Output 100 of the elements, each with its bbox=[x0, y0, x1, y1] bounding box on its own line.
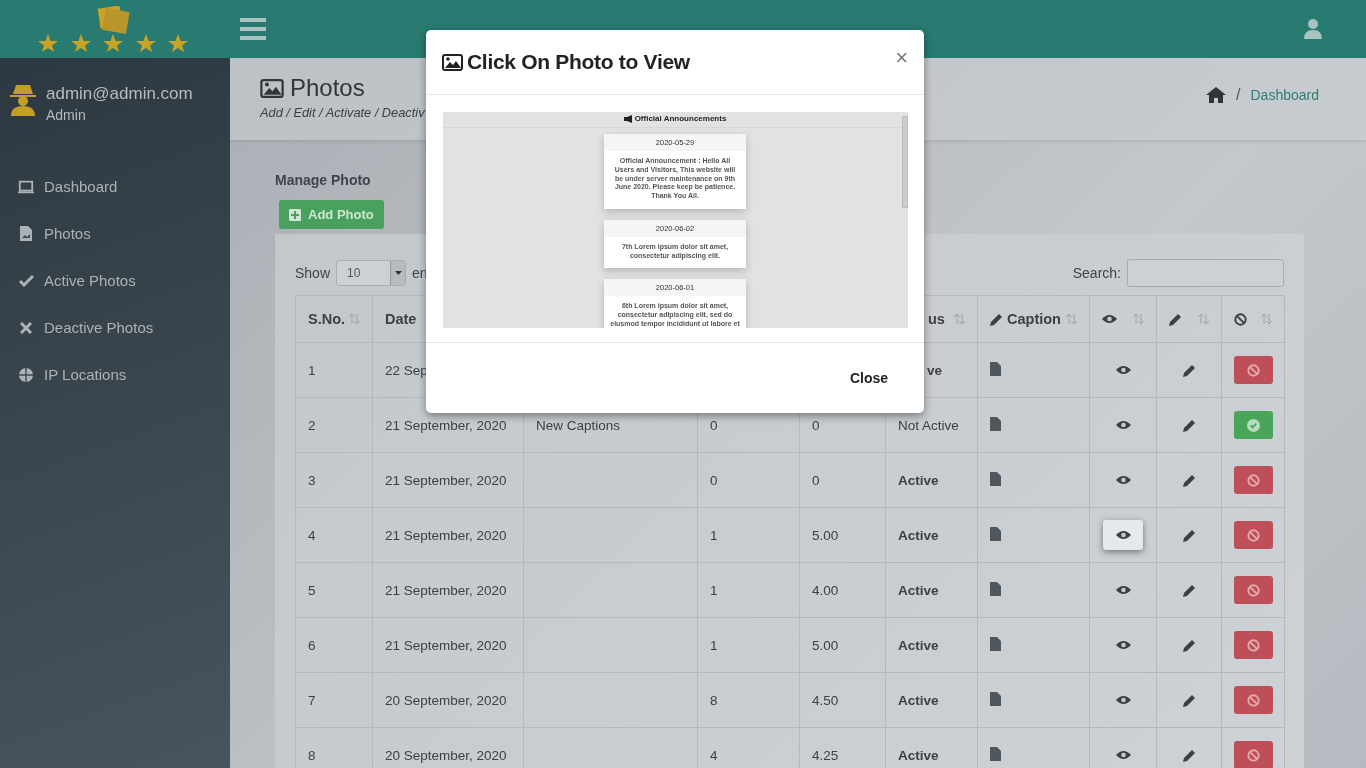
table-cell: 6 bbox=[308, 637, 316, 653]
spy-avatar-icon bbox=[10, 84, 36, 116]
eye-icon bbox=[1115, 750, 1131, 760]
table-cell: 0 bbox=[710, 472, 718, 488]
panel-title: Manage Photo bbox=[275, 172, 371, 188]
announcements-heading: Official Announcements bbox=[634, 114, 727, 123]
page-size-select[interactable]: 10 bbox=[336, 260, 407, 286]
sidebar-item[interactable]: Active Photos bbox=[0, 257, 230, 304]
table-cell: 1 bbox=[308, 362, 316, 378]
pencil-icon bbox=[1182, 748, 1196, 762]
column-header[interactable]: us bbox=[928, 311, 945, 327]
pencil-icon[interactable] bbox=[1169, 312, 1182, 326]
document-icon bbox=[990, 691, 1001, 706]
pencil-icon bbox=[1182, 583, 1196, 597]
image-icon bbox=[442, 53, 463, 71]
laptop-icon bbox=[18, 179, 34, 194]
table-cell: Active bbox=[898, 472, 939, 488]
ban-icon[interactable] bbox=[1234, 312, 1247, 326]
table-cell: 4.50 bbox=[812, 692, 839, 708]
table-cell: 21 September, 2020 bbox=[385, 582, 507, 598]
check-icon bbox=[18, 274, 34, 287]
image-file-icon bbox=[20, 226, 32, 241]
pencil-icon bbox=[1182, 473, 1196, 487]
column-header[interactable]: S.No. bbox=[308, 311, 346, 327]
table-cell: Active bbox=[898, 747, 939, 763]
eye-icon bbox=[1115, 695, 1131, 705]
ban-icon bbox=[1247, 528, 1260, 542]
eye-icon bbox=[1115, 585, 1131, 595]
table-cell: Active bbox=[898, 692, 939, 708]
eye-icon bbox=[1115, 640, 1131, 650]
table-cell: 1 bbox=[710, 637, 718, 653]
table-cell: 8 bbox=[308, 747, 316, 763]
pencil-icon bbox=[1182, 528, 1196, 542]
sidebar-item[interactable]: Dashboard bbox=[0, 163, 230, 210]
table-cell: 21 September, 2020 bbox=[385, 417, 507, 433]
ban-icon bbox=[1247, 748, 1260, 762]
ban-icon bbox=[1247, 363, 1260, 377]
breadcrumb-link[interactable]: Dashboard bbox=[1250, 87, 1319, 103]
close-button[interactable]: Close bbox=[843, 369, 894, 387]
table-cell: Active bbox=[898, 582, 939, 598]
pencil-icon bbox=[1182, 638, 1196, 652]
pencil-icon bbox=[1182, 693, 1196, 707]
eye-icon bbox=[1115, 420, 1131, 430]
table-cell: 20 September, 2020 bbox=[385, 692, 507, 708]
document-icon bbox=[990, 361, 1001, 376]
check-circle-icon bbox=[1247, 418, 1260, 432]
close-button[interactable]: × bbox=[895, 45, 908, 71]
home-icon[interactable] bbox=[1206, 87, 1227, 103]
pencil-icon bbox=[1182, 418, 1196, 432]
table-cell: New Captions bbox=[536, 417, 621, 433]
pencil-icon bbox=[990, 312, 1003, 326]
column-header[interactable]: Date bbox=[385, 311, 417, 327]
menu-icon[interactable] bbox=[240, 18, 266, 40]
table-cell: 5.00 bbox=[812, 527, 839, 543]
plus-square-icon bbox=[289, 208, 301, 221]
table-cell: 0 bbox=[812, 417, 820, 433]
table-cell: Active bbox=[898, 637, 939, 653]
ban-icon bbox=[1247, 473, 1260, 487]
scrollbar[interactable] bbox=[901, 116, 908, 208]
table-cell: 4.00 bbox=[812, 582, 839, 598]
table-cell: 20 September, 2020 bbox=[385, 747, 507, 763]
table-cell: 4 bbox=[308, 527, 316, 543]
page-subtitle: Add / Edit / Activate / Deactiv bbox=[260, 105, 425, 120]
user-email: admin@admin.com bbox=[46, 84, 193, 104]
table-cell: 7 bbox=[308, 692, 316, 708]
table-cell: ve bbox=[927, 362, 943, 378]
document-icon bbox=[990, 746, 1001, 761]
table-cell: 5 bbox=[308, 582, 316, 598]
modal-title: Click On Photo to View bbox=[467, 50, 691, 74]
table-cell: 8 bbox=[710, 692, 718, 708]
sidebar-item[interactable]: Deactive Photos bbox=[0, 304, 230, 351]
search-field[interactable] bbox=[1127, 259, 1284, 287]
document-icon bbox=[990, 526, 1001, 541]
table-cell: 21 September, 2020 bbox=[385, 472, 507, 488]
show-label: Show bbox=[295, 265, 331, 281]
breadcrumb-separator: / bbox=[1236, 86, 1241, 104]
table-cell: 21 September, 2020 bbox=[385, 527, 507, 543]
caret-icon bbox=[394, 271, 402, 275]
sidebar-item[interactable]: Photos bbox=[0, 210, 230, 257]
ban-icon bbox=[1247, 583, 1260, 597]
eye-icon bbox=[1115, 475, 1131, 485]
eye-icon bbox=[1115, 530, 1131, 540]
globe-icon bbox=[19, 367, 33, 382]
megaphone-icon bbox=[623, 114, 633, 123]
page-title: Photos bbox=[290, 74, 365, 102]
table-cell: 0 bbox=[812, 472, 820, 488]
sidebar-item[interactable]: IP Locations bbox=[0, 351, 230, 398]
view-button[interactable] bbox=[1103, 520, 1143, 550]
table-cell: 3 bbox=[308, 472, 316, 488]
eye-icon[interactable] bbox=[1102, 314, 1117, 324]
cross-icon bbox=[20, 321, 32, 334]
ban-icon bbox=[1247, 638, 1260, 652]
eye-icon bbox=[1115, 365, 1131, 375]
user-icon[interactable] bbox=[1304, 19, 1322, 39]
table-cell: 4 bbox=[710, 747, 718, 763]
table-cell: 1 bbox=[710, 527, 718, 543]
image-icon bbox=[260, 78, 284, 98]
document-icon bbox=[990, 636, 1001, 651]
table-cell: 1 bbox=[710, 582, 718, 598]
table-cell: 21 September, 2020 bbox=[385, 637, 507, 653]
